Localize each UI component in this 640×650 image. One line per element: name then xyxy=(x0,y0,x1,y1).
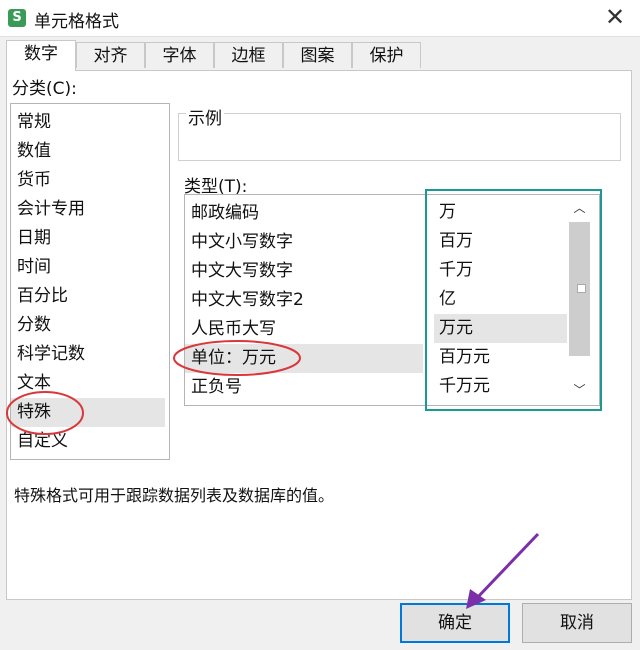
unit-item-qianwanyuan[interactable]: 千万元 xyxy=(434,372,567,401)
unit-item-qianwan[interactable]: 千万 xyxy=(434,256,567,285)
close-icon[interactable]: ✕ xyxy=(602,4,628,30)
type-item-sign[interactable]: 正负号 xyxy=(185,373,423,402)
category-item-accounting[interactable]: 会计专用 xyxy=(11,195,165,224)
title-bar: S 单元格格式 ✕ xyxy=(0,0,640,37)
category-item-currency[interactable]: 货币 xyxy=(11,166,165,195)
category-item-special[interactable]: 特殊 xyxy=(11,398,165,427)
scroll-up-icon[interactable]: ︿ xyxy=(567,198,592,218)
unit-item-yi[interactable]: 亿 xyxy=(434,285,567,314)
category-item-fraction[interactable]: 分数 xyxy=(11,311,165,340)
type-item-chinese-upper[interactable]: 中文大写数字 xyxy=(185,257,423,286)
category-item-text[interactable]: 文本 xyxy=(11,369,165,398)
unit-list-scrollbar[interactable]: ︿ ﹀ xyxy=(567,196,592,402)
format-description: 特殊格式可用于跟踪数据列表及数据库的值。 xyxy=(14,486,335,505)
format-cells-dialog: S 单元格格式 ✕ 数字 对齐 字体 边框 图案 保护 分类(C): 常规 数值… xyxy=(0,0,640,650)
category-list[interactable]: 常规 数值 货币 会计专用 日期 时间 百分比 分数 科学记数 文本 特殊 自定… xyxy=(10,103,170,460)
category-item-time[interactable]: 时间 xyxy=(11,253,165,282)
type-item-chinese-lower[interactable]: 中文小写数字 xyxy=(185,228,423,257)
type-item-chinese-upper-2[interactable]: 中文大写数字2 xyxy=(185,286,423,315)
tab-border[interactable]: 边框 xyxy=(214,42,283,68)
scroll-thumb[interactable] xyxy=(569,222,590,356)
category-item-percentage[interactable]: 百分比 xyxy=(11,282,165,311)
ok-button[interactable]: 确定 xyxy=(400,603,510,643)
tab-pattern[interactable]: 图案 xyxy=(283,42,352,68)
dialog-title: 单元格格式 xyxy=(34,12,119,32)
scroll-grip-icon xyxy=(577,284,586,293)
app-icon: S xyxy=(8,9,26,27)
cancel-button[interactable]: 取消 xyxy=(522,603,632,643)
category-item-custom[interactable]: 自定义 xyxy=(11,427,165,456)
category-item-number[interactable]: 数值 xyxy=(11,137,165,166)
category-item-date[interactable]: 日期 xyxy=(11,224,165,253)
unit-item-wanyuan[interactable]: 万元 xyxy=(434,314,567,343)
type-item-unit-wanyuan[interactable]: 单位：万元 xyxy=(185,344,423,373)
unit-item-baiwan[interactable]: 百万 xyxy=(434,227,567,256)
tab-protection[interactable]: 保护 xyxy=(352,42,421,68)
category-item-scientific[interactable]: 科学记数 xyxy=(11,340,165,369)
scroll-down-icon[interactable]: ﹀ xyxy=(567,380,592,400)
tab-alignment[interactable]: 对齐 xyxy=(76,42,145,68)
tab-font[interactable]: 字体 xyxy=(145,42,214,68)
sample-label: 示例 xyxy=(186,104,224,129)
unit-item-wan[interactable]: 万 xyxy=(434,198,567,227)
category-label: 分类(C): xyxy=(12,79,77,99)
unit-item-baiwanyuan[interactable]: 百万元 xyxy=(434,343,567,372)
sample-preview xyxy=(178,113,621,161)
type-item-rmb-upper[interactable]: 人民币大写 xyxy=(185,315,423,344)
category-item-general[interactable]: 常规 xyxy=(11,108,165,137)
tab-number[interactable]: 数字 xyxy=(6,40,76,71)
type-item-postal-code[interactable]: 邮政编码 xyxy=(185,199,423,228)
